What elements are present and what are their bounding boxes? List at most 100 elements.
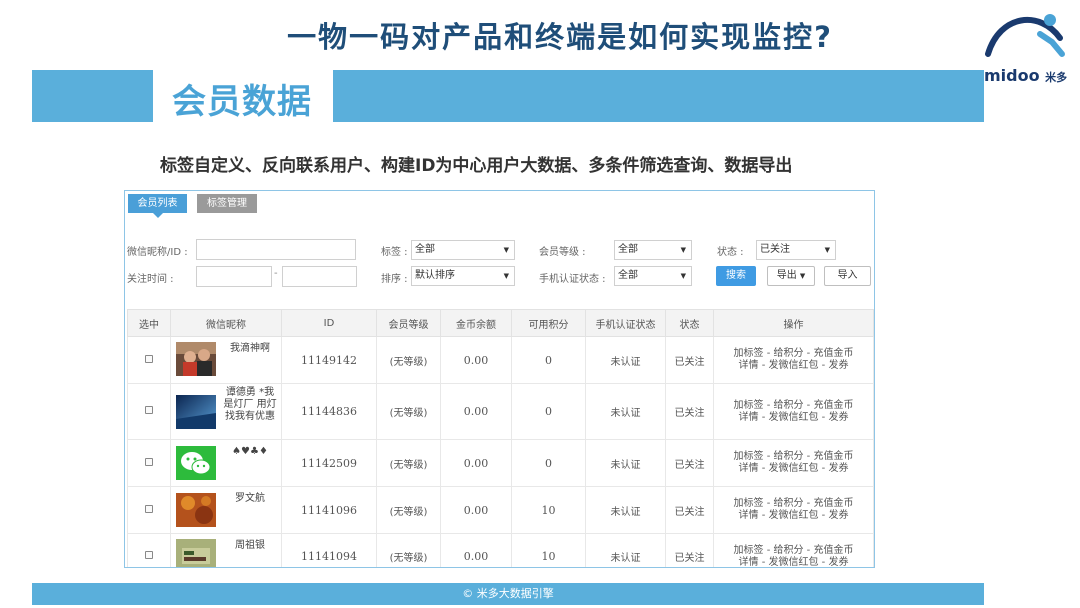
user-avatar <box>176 539 216 567</box>
points-cell: 0 <box>511 439 586 487</box>
wechat-icon <box>176 446 216 480</box>
table-row: 罗文航 11141096 (无等级) 0.00 10 未认证 已关注 加标签 -… <box>127 486 874 534</box>
points-cell: 10 <box>511 486 586 534</box>
search-button[interactable]: 搜索 <box>716 266 756 286</box>
level-cell: (无等级) <box>376 533 441 567</box>
tag-filter-label: 标签 : <box>381 247 408 258</box>
sort-select[interactable]: 默认排序 ▼ <box>411 266 515 286</box>
nickname-input[interactable] <box>196 239 356 260</box>
sort-label: 排序 : <box>381 274 408 285</box>
member-admin-panel: 会员列表 标签管理 微信昵称/ID : 标签 : 全部 ▼ 会员等级 : 全部 ▼ … <box>124 190 875 568</box>
export-button[interactable]: 导出 ▼ <box>767 266 815 286</box>
phone-auth-cell: 未认证 <box>585 533 666 567</box>
level-cell: (无等级) <box>376 486 441 534</box>
operation-links-secondary[interactable]: 详情 - 发微信红包 - 发券 <box>714 412 873 424</box>
table-row: 我滴神啊 11149142 (无等级) 0.00 0 未认证 已关注 加标签 -… <box>127 336 874 384</box>
operation-links-primary[interactable]: 加标签 - 给积分 - 充值金币 <box>714 545 873 557</box>
follow-time-label: 关注时间 : <box>127 274 174 285</box>
tab-member-list[interactable]: 会员列表 <box>128 194 187 218</box>
row-checkbox[interactable] <box>145 504 153 513</box>
phone-auth-cell: 未认证 <box>585 383 666 440</box>
operation-links-secondary[interactable]: 详情 - 发微信红包 - 发券 <box>714 360 873 372</box>
chevron-down-icon: ▼ <box>824 246 830 254</box>
level-cell: (无等级) <box>376 383 441 440</box>
tag-select[interactable]: 全部 ▼ <box>411 240 515 260</box>
coins-cell: 0.00 <box>440 439 512 487</box>
status-cell: 已关注 <box>665 336 714 384</box>
nickname-cell: 谭德勇 *我是灯厂 用灯找我有优惠 <box>170 383 282 440</box>
column-header: 可用积分 <box>511 309 586 337</box>
column-header: 微信昵称 <box>170 309 282 337</box>
nickname-filter-label: 微信昵称/ID : <box>127 247 188 258</box>
import-button[interactable]: 导入 <box>824 266 871 286</box>
operations-cell: 加标签 - 给积分 - 充值金币 详情 - 发微信红包 - 发券 <box>713 439 874 487</box>
section-label: 会员数据 <box>172 82 312 122</box>
row-select-cell <box>127 486 171 534</box>
operation-links-secondary[interactable]: 详情 - 发微信红包 - 发券 <box>714 510 873 522</box>
column-header: 金币余额 <box>440 309 512 337</box>
level-select-value: 全部 <box>618 244 638 255</box>
row-select-cell <box>127 439 171 487</box>
column-header: 操作 <box>713 309 874 337</box>
column-header: 选中 <box>127 309 171 337</box>
column-header: ID <box>281 309 377 337</box>
nickname-cell: ♠♥♣♦ <box>170 439 282 487</box>
chevron-down-icon: ▼ <box>503 272 509 280</box>
user-avatar <box>176 395 216 429</box>
phone-auth-select[interactable]: 全部 ▼ <box>614 266 692 286</box>
points-cell: 0 <box>511 383 586 440</box>
nickname-text: 谭德勇 *我是灯厂 用灯找我有优惠 <box>223 387 277 422</box>
user-avatar <box>176 493 216 527</box>
phone-auth-cell: 未认证 <box>585 336 666 384</box>
logo-wordmark: midoo 米多 <box>984 66 1067 85</box>
row-checkbox[interactable] <box>145 551 153 559</box>
level-filter-label: 会员等级 : <box>539 247 586 258</box>
points-cell: 10 <box>511 533 586 567</box>
table-header-row: 选中 微信昵称 ID 会员等级 金币余额 可用积分 手机认证状态 状态 操作 <box>127 309 874 337</box>
operation-links-primary[interactable]: 加标签 - 给积分 - 充值金币 <box>714 400 873 412</box>
column-header: 状态 <box>665 309 714 337</box>
tag-select-value: 全部 <box>415 244 435 255</box>
nickname-cell: 罗文航 <box>170 486 282 534</box>
operations-cell: 加标签 - 给积分 - 充值金币 详情 - 发微信红包 - 发券 <box>713 336 874 384</box>
status-select[interactable]: 已关注 ▼ <box>756 240 836 260</box>
operation-links-primary[interactable]: 加标签 - 给积分 - 充值金币 <box>714 451 873 463</box>
coins-cell: 0.00 <box>440 383 512 440</box>
row-select-cell <box>127 533 171 567</box>
follow-time-start-input[interactable] <box>196 266 272 287</box>
status-filter-label: 状态 : <box>717 247 744 258</box>
coins-cell: 0.00 <box>440 533 512 567</box>
operation-links-primary[interactable]: 加标签 - 给积分 - 充值金币 <box>714 498 873 510</box>
tab-tag-management[interactable]: 标签管理 <box>197 194 257 213</box>
operation-links-secondary[interactable]: 详情 - 发微信红包 - 发券 <box>714 463 873 475</box>
row-checkbox[interactable] <box>145 354 153 363</box>
table-row: 周祖银 11141094 (无等级) 0.00 10 未认证 已关注 加标签 -… <box>127 533 874 568</box>
operation-links-primary[interactable]: 加标签 - 给积分 - 充值金币 <box>714 348 873 360</box>
phone-auth-cell: 未认证 <box>585 439 666 487</box>
status-cell: 已关注 <box>665 383 714 440</box>
row-checkbox[interactable] <box>145 406 153 414</box>
level-select[interactable]: 全部 ▼ <box>614 240 692 260</box>
runner-logo-icon <box>985 14 1065 57</box>
slide-subtitle: 标签自定义、反向联系用户、构建ID为中心用户大数据、多条件筛选查询、数据导出 <box>160 156 793 176</box>
id-cell: 11144836 <box>281 383 377 440</box>
user-avatar <box>176 342 216 376</box>
phone-auth-select-value: 全部 <box>618 270 638 281</box>
status-select-value: 已关注 <box>760 244 790 255</box>
id-cell: 11142509 <box>281 439 377 487</box>
date-range-separator: - <box>274 268 278 279</box>
points-cell: 0 <box>511 336 586 384</box>
export-button-label: 导出 <box>776 270 797 281</box>
row-checkbox[interactable] <box>145 457 153 466</box>
follow-time-end-input[interactable] <box>282 266 357 287</box>
level-cell: (无等级) <box>376 439 441 487</box>
sort-select-value: 默认排序 <box>415 270 455 281</box>
status-cell: 已关注 <box>665 439 714 487</box>
operations-cell: 加标签 - 给积分 - 充值金币 详情 - 发微信红包 - 发券 <box>713 486 874 534</box>
level-cell: (无等级) <box>376 336 441 384</box>
operation-links-secondary[interactable]: 详情 - 发微信红包 - 发券 <box>714 557 873 568</box>
nickname-text: 周祖银 <box>235 540 265 551</box>
table-row: 谭德勇 *我是灯厂 用灯找我有优惠 11144836 (无等级) 0.00 0 … <box>127 383 874 440</box>
status-cell: 已关注 <box>665 486 714 534</box>
id-cell: 11141094 <box>281 533 377 567</box>
